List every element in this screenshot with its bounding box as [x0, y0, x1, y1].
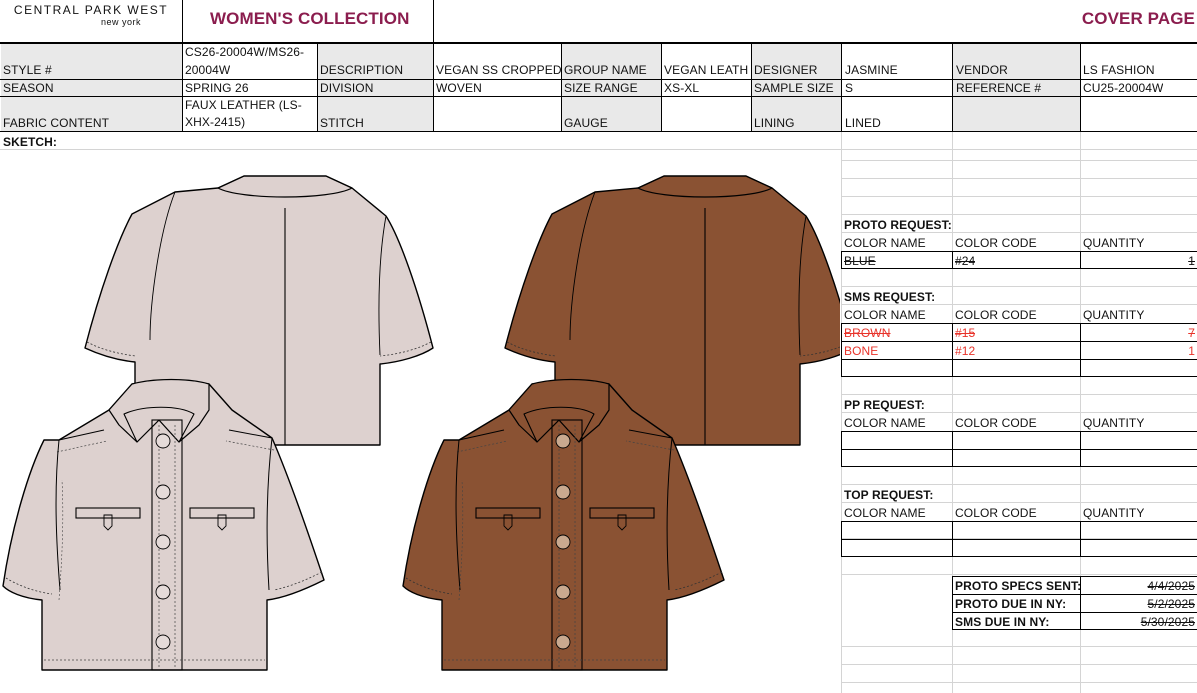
style-value-line1: CS26-20004W/MS26- [185, 45, 305, 59]
sms-colorcode-header: COLOR CODE [955, 308, 1037, 322]
style-value-line2: 20004W [185, 63, 231, 77]
sample-size-value: S [845, 81, 854, 95]
pp-quantity-header: QUANTITY [1083, 416, 1145, 430]
pp-colorname-header: COLOR NAME [844, 416, 926, 430]
stitch-label: STITCH [320, 116, 364, 130]
proto-quantity-header: QUANTITY [1083, 236, 1145, 250]
pp-colorcode-header: COLOR CODE [955, 416, 1037, 430]
sms-due-value: 5/30/2025 [1140, 615, 1195, 629]
lining-label: LINING [754, 116, 795, 130]
fabric-content-value-line1: FAUX LEATHER (LS- [185, 98, 302, 112]
proto-colorname-header: COLOR NAME [844, 236, 926, 250]
sms-request-title: SMS REQUEST: [844, 290, 936, 304]
sms-quantity-header: QUANTITY [1083, 308, 1145, 322]
season-label: SEASON [3, 81, 54, 95]
brand-name: CENTRAL PARK WEST [13, 3, 169, 17]
proto-due-value: 5/2/2025 [1147, 597, 1195, 611]
reference-label: REFERENCE # [956, 81, 1042, 95]
gauge-label: GAUGE [564, 116, 608, 130]
table-row: #15 [955, 326, 976, 340]
division-value: WOVEN [436, 81, 482, 95]
table-row: BLUE [844, 254, 876, 268]
brand-logo: CENTRAL PARK WEST new york [0, 3, 182, 28]
proto-colorcode-header: COLOR CODE [955, 236, 1037, 250]
table-row: #24 [955, 254, 976, 268]
sms-due-label: SMS DUE IN NY: [955, 615, 1050, 629]
brand-city: new york [100, 17, 141, 27]
sketch-label: SKETCH: [3, 135, 58, 149]
proto-specs-sent-value: 4/4/2025 [1147, 579, 1195, 593]
designer-value: JASMINE [845, 63, 898, 77]
size-range-label: SIZE RANGE [564, 81, 638, 95]
collection-title: WOMEN'S COLLECTION [210, 9, 410, 28]
table-row: 1 [1188, 254, 1195, 268]
table-row: BROWN [844, 326, 891, 340]
top-quantity-header: QUANTITY [1083, 506, 1145, 520]
description-value: VEGAN SS CROPPED [436, 63, 561, 77]
vendor-value: LS FASHION [1083, 63, 1155, 77]
proto-due-label: PROTO DUE IN NY: [955, 597, 1067, 611]
lining-value: LINED [845, 116, 881, 130]
pp-request-title: PP REQUEST: [844, 398, 925, 412]
garment-sketch [2, 175, 840, 671]
designer-label: DESIGNER [754, 63, 818, 77]
sms-colorname-header: COLOR NAME [844, 308, 926, 322]
table-row: 1 [1188, 344, 1195, 358]
proto-specs-sent-label: PROTO SPECS SENT: [955, 579, 1082, 593]
fabric-content-value-line2: XHX-2415) [185, 115, 246, 129]
page-title: COVER PAGE [1081, 9, 1195, 28]
top-colorname-header: COLOR NAME [844, 506, 926, 520]
top-request-title: TOP REQUEST: [844, 488, 934, 502]
table-row: BONE [844, 344, 879, 358]
top-colorcode-header: COLOR CODE [955, 506, 1037, 520]
sample-size-label: SAMPLE SIZE [754, 81, 834, 95]
fabric-content-label: FABRIC CONTENT [3, 116, 110, 130]
table-row: 7 [1188, 326, 1195, 340]
group-value: VEGAN LEATH [664, 63, 749, 77]
proto-request-title: PROTO REQUEST: [844, 218, 952, 232]
vendor-label: VENDOR [956, 63, 1008, 77]
group-label: GROUP NAME [564, 63, 647, 77]
reference-value: CU25-20004W [1083, 81, 1164, 95]
table-row: #12 [955, 344, 976, 358]
size-range-value: XS-XL [664, 81, 700, 95]
style-label: STYLE # [3, 63, 52, 77]
description-label: DESCRIPTION [320, 63, 404, 77]
season-value: SPRING 26 [185, 81, 249, 95]
division-label: DIVISION [320, 81, 374, 95]
